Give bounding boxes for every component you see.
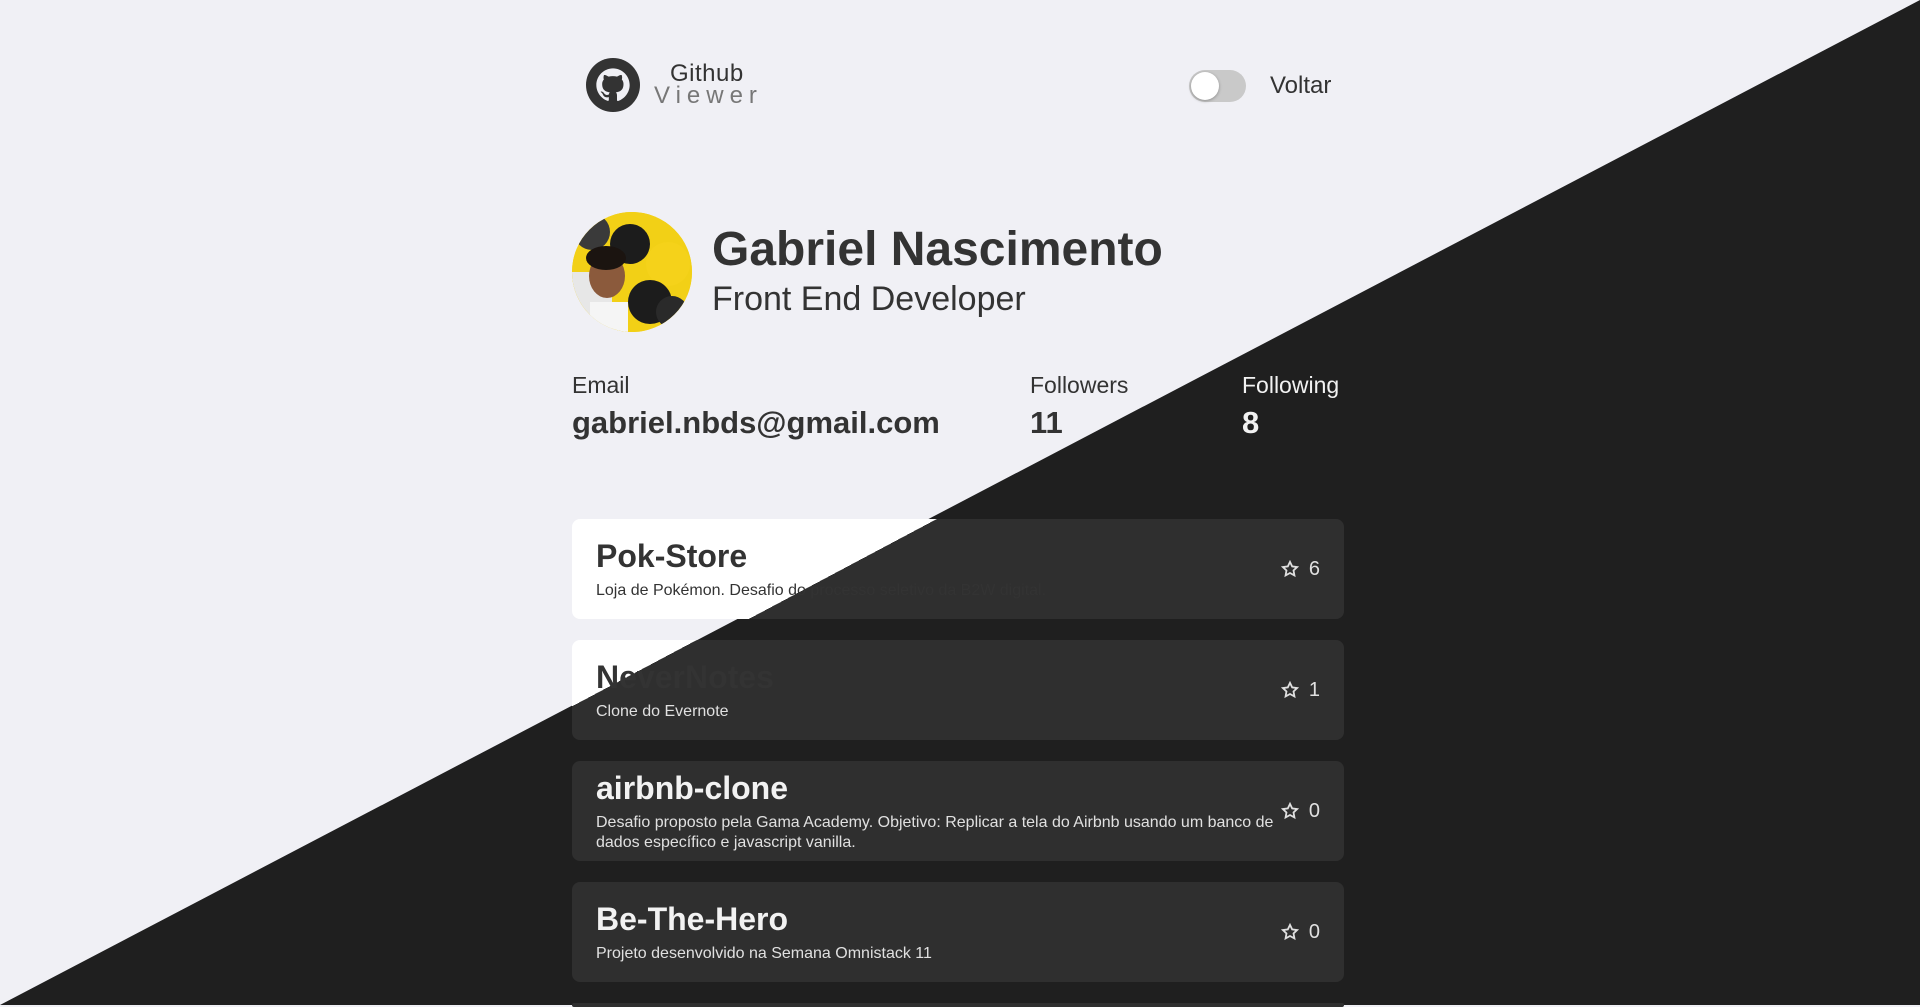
app-container: Github Viewer Voltar Gabriel Nascimento …: [0, 0, 1920, 1007]
star-icon: [1280, 681, 1299, 699]
star-count: 6: [1308, 557, 1320, 580]
profile-name: Gabriel Nascimento: [712, 223, 1163, 276]
repo-card[interactable]: airbnb-clone Desafio proposto pela Gama …: [572, 761, 1344, 861]
star-icon: [1280, 560, 1299, 578]
email-stat: Email gabriel.nbds@gmail.com: [572, 372, 940, 441]
repo-description: Loja de Pokémon. Desafio do processo sel…: [596, 581, 1047, 599]
back-link[interactable]: Voltar: [1270, 72, 1331, 100]
repo-stars: 6: [1280, 557, 1320, 581]
repo-description: Clone do Evernote: [596, 702, 729, 720]
repo-title: Pok-Store: [596, 537, 748, 574]
repo-description: Projeto desenvolvido na Semana Omnistack…: [596, 944, 932, 962]
repo-card[interactable]: Be-The-Hero Projeto desenvolvido na Sema…: [572, 882, 1344, 982]
repo-title: airbnb-clone: [596, 770, 789, 807]
following-label: Following: [1242, 372, 1340, 398]
repo-title: NeverNotes: [596, 658, 774, 695]
star-icon: [1280, 802, 1299, 820]
repo-card[interactable]: NeverNotes Clone do Evernote 1: [572, 640, 1344, 740]
following-count: 8: [1242, 405, 1260, 440]
repo-stars: 0: [1280, 799, 1320, 823]
followers-count: 11: [1030, 405, 1063, 440]
logo-subtitle: Viewer: [654, 82, 763, 109]
repo-card-partial[interactable]: [572, 1003, 1344, 1007]
header-actions: Voltar: [1189, 70, 1331, 102]
repo-card[interactable]: Pok-Store Loja de Pokémon. Desafio do pr…: [572, 519, 1344, 619]
repo-description: Desafio proposto pela Gama Academy. Obje…: [596, 814, 1274, 851]
theme-toggle[interactable]: [1189, 70, 1246, 102]
star-count: 0: [1308, 799, 1320, 822]
toggle-knob: [1191, 72, 1219, 100]
email-value: gabriel.nbds@gmail.com: [572, 405, 940, 440]
github-icon: [586, 58, 640, 112]
avatar: [572, 212, 692, 332]
repo-title: Be-The-Hero: [596, 900, 789, 937]
repo-stars: 1: [1280, 678, 1320, 702]
followers-label: Followers: [1030, 372, 1129, 398]
star-icon: [1280, 923, 1299, 941]
followers-stat: Followers 11: [1030, 372, 1128, 441]
star-count: 0: [1308, 920, 1320, 943]
app-logo[interactable]: Github Viewer: [586, 58, 763, 112]
profile-role: Front End Developer: [712, 280, 1026, 318]
following-stat: Following 8: [1242, 372, 1339, 441]
email-label: Email: [572, 372, 630, 398]
star-count: 1: [1308, 678, 1320, 701]
repo-stars: 0: [1280, 920, 1320, 944]
